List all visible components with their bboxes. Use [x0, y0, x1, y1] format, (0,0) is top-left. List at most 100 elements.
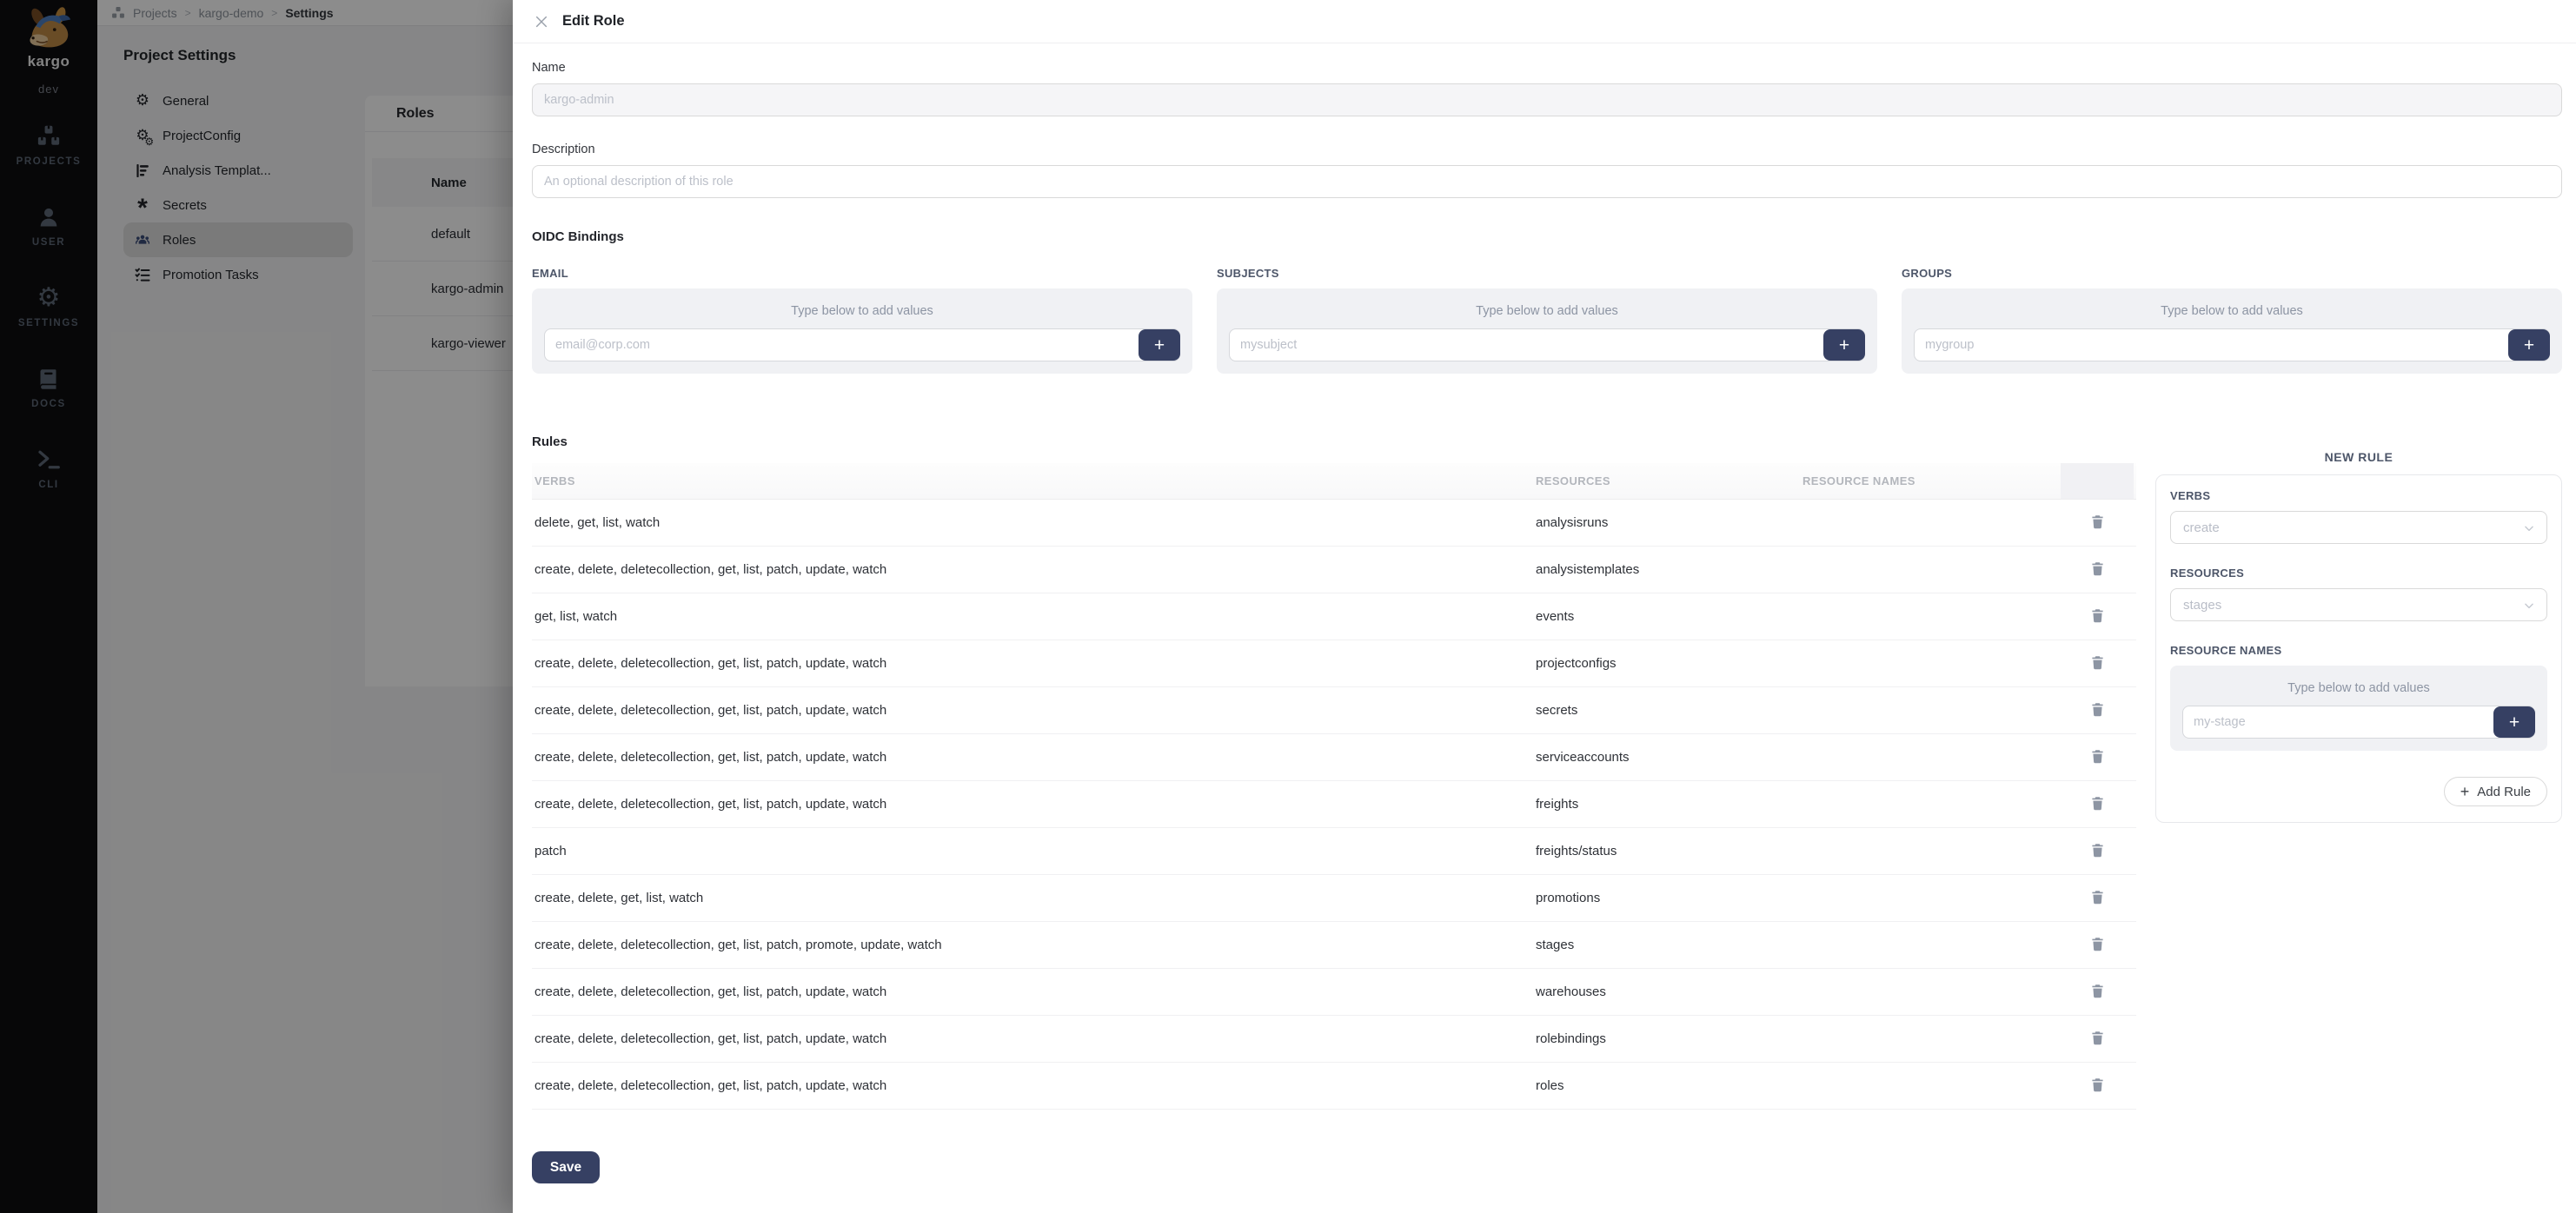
- delete-rule-button[interactable]: [2089, 889, 2106, 908]
- oidc-subjects-column: SUBJECTS Type below to add values +: [1217, 267, 1877, 374]
- trash-icon: [2089, 560, 2106, 580]
- delete-rule-button[interactable]: [2089, 1077, 2106, 1096]
- resource-names-panel: Type below to add values +: [2170, 666, 2547, 751]
- plus-icon: +: [1154, 336, 1165, 355]
- rule-row: create, delete, deletecollection, get, l…: [532, 687, 2136, 734]
- rule-resource: serviceaccounts: [1536, 750, 1803, 765]
- add-subject-button[interactable]: +: [1823, 329, 1865, 361]
- new-rule-verbs-label: VERBS: [2170, 489, 2547, 502]
- rule-verbs: create, delete, deletecollection, get, l…: [532, 703, 1536, 718]
- groups-values-panel: Type below to add values +: [1902, 288, 2562, 374]
- rules-table: VERBS RESOURCES RESOURCE NAMES delete, g…: [532, 463, 2136, 1110]
- groups-label: GROUPS: [1902, 267, 2562, 280]
- new-rule-resource-names-label: RESOURCE NAMES: [2170, 644, 2547, 657]
- drawer-overlay-mask[interactable]: [0, 0, 513, 1213]
- trash-icon: [2089, 889, 2106, 908]
- rules-table-header: VERBS RESOURCES RESOURCE NAMES: [532, 463, 2136, 500]
- rule-resource: analysisruns: [1536, 515, 1803, 530]
- plus-icon: +: [2460, 783, 2470, 801]
- rule-verbs: patch: [532, 844, 1536, 858]
- new-rule-resources-label: RESOURCES: [2170, 567, 2547, 580]
- resource-names-column-header: RESOURCE NAMES: [1803, 474, 2061, 487]
- rule-row: create, delete, deletecollection, get, l…: [532, 1016, 2136, 1063]
- rules-section: Rules VERBS RESOURCES RESOURCE NAMES del…: [532, 434, 2562, 1110]
- rule-row: create, delete, deletecollection, get, l…: [532, 640, 2136, 687]
- add-group-button[interactable]: +: [2508, 329, 2550, 361]
- rule-row: get, list, watch events: [532, 593, 2136, 640]
- add-rule-button[interactable]: + Add Rule: [2444, 777, 2547, 806]
- save-button[interactable]: Save: [532, 1151, 600, 1183]
- rule-row: create, delete, deletecollection, get, l…: [532, 922, 2136, 969]
- resource-name-input[interactable]: [2182, 706, 2535, 739]
- delete-rule-button[interactable]: [2089, 560, 2106, 580]
- trash-icon: [2089, 514, 2106, 533]
- rule-resource: stages: [1536, 938, 1803, 952]
- rule-verbs: create, delete, deletecollection, get, l…: [532, 750, 1536, 765]
- edit-role-drawer: Edit Role Name Description OIDC Bindings…: [513, 0, 2576, 1213]
- delete-rule-button[interactable]: [2089, 795, 2106, 814]
- name-label: Name: [532, 61, 2562, 75]
- verbs-select[interactable]: create: [2170, 511, 2547, 544]
- rule-verbs: create, delete, deletecollection, get, l…: [532, 1031, 1536, 1046]
- description-label: Description: [532, 143, 2562, 156]
- trash-icon: [2089, 842, 2106, 861]
- delete-rule-button[interactable]: [2089, 983, 2106, 1002]
- resources-column-header: RESOURCES: [1536, 474, 1803, 487]
- trash-icon: [2089, 1077, 2106, 1096]
- rule-verbs: create, delete, deletecollection, get, l…: [532, 984, 1536, 999]
- rule-verbs: create, delete, deletecollection, get, l…: [532, 1078, 1536, 1093]
- name-field[interactable]: [532, 83, 2562, 116]
- trash-icon: [2089, 795, 2106, 814]
- delete-rule-button[interactable]: [2089, 936, 2106, 955]
- plus-icon: +: [2509, 713, 2520, 732]
- delete-rule-button[interactable]: [2089, 1030, 2106, 1049]
- close-icon[interactable]: [534, 14, 549, 30]
- description-field[interactable]: [532, 165, 2562, 198]
- drawer-header: Edit Role: [513, 0, 2576, 43]
- resource-names-hint: Type below to add values: [2182, 674, 2535, 706]
- rule-row: create, delete, deletecollection, get, l…: [532, 969, 2136, 1016]
- trash-icon: [2089, 983, 2106, 1002]
- rule-verbs: delete, get, list, watch: [532, 515, 1536, 530]
- oidc-groups-column: GROUPS Type below to add values +: [1902, 267, 2562, 374]
- delete-rule-button[interactable]: [2089, 842, 2106, 861]
- rule-resource: warehouses: [1536, 984, 1803, 999]
- add-resource-name-button[interactable]: +: [2493, 706, 2535, 738]
- rule-row: create, delete, deletecollection, get, l…: [532, 547, 2136, 593]
- add-email-button[interactable]: +: [1139, 329, 1180, 361]
- rule-resource: projectconfigs: [1536, 656, 1803, 671]
- chevron-down-icon: [2523, 600, 2535, 615]
- drawer-title: Edit Role: [562, 13, 625, 30]
- subjects-values-panel: Type below to add values +: [1217, 288, 1877, 374]
- resources-select[interactable]: stages: [2170, 588, 2547, 621]
- trash-icon: [2089, 701, 2106, 720]
- oidc-bindings-title: OIDC Bindings: [532, 229, 2562, 244]
- rule-row: delete, get, list, watch analysisruns: [532, 500, 2136, 547]
- rules-title: Rules: [532, 434, 2136, 449]
- rule-verbs: get, list, watch: [532, 609, 1536, 624]
- subject-input[interactable]: [1229, 328, 1865, 361]
- plus-icon: +: [2524, 336, 2534, 355]
- delete-rule-button[interactable]: [2089, 514, 2106, 533]
- delete-rule-button[interactable]: [2089, 654, 2106, 673]
- subjects-label: SUBJECTS: [1217, 267, 1877, 280]
- email-input[interactable]: [544, 328, 1180, 361]
- rule-verbs: create, delete, deletecollection, get, l…: [532, 797, 1536, 812]
- rule-row: create, delete, get, list, watch promoti…: [532, 875, 2136, 922]
- resources-select-value: stages: [2183, 598, 2221, 613]
- delete-rule-button[interactable]: [2089, 748, 2106, 767]
- rule-resource: analysistemplates: [1536, 562, 1803, 577]
- trash-icon: [2089, 748, 2106, 767]
- oidc-bindings-grid: EMAIL Type below to add values + SUBJECT…: [532, 267, 2562, 374]
- group-input[interactable]: [1914, 328, 2550, 361]
- trash-icon: [2089, 607, 2106, 626]
- rule-resource: rolebindings: [1536, 1031, 1803, 1046]
- email-hint: Type below to add values: [544, 297, 1180, 328]
- rule-row: create, delete, deletecollection, get, l…: [532, 781, 2136, 828]
- delete-rule-button[interactable]: [2089, 607, 2106, 626]
- rule-row: create, delete, deletecollection, get, l…: [532, 1063, 2136, 1110]
- verbs-select-value: create: [2183, 520, 2220, 535]
- oidc-email-column: EMAIL Type below to add values +: [532, 267, 1192, 374]
- delete-rule-button[interactable]: [2089, 701, 2106, 720]
- trash-icon: [2089, 1030, 2106, 1049]
